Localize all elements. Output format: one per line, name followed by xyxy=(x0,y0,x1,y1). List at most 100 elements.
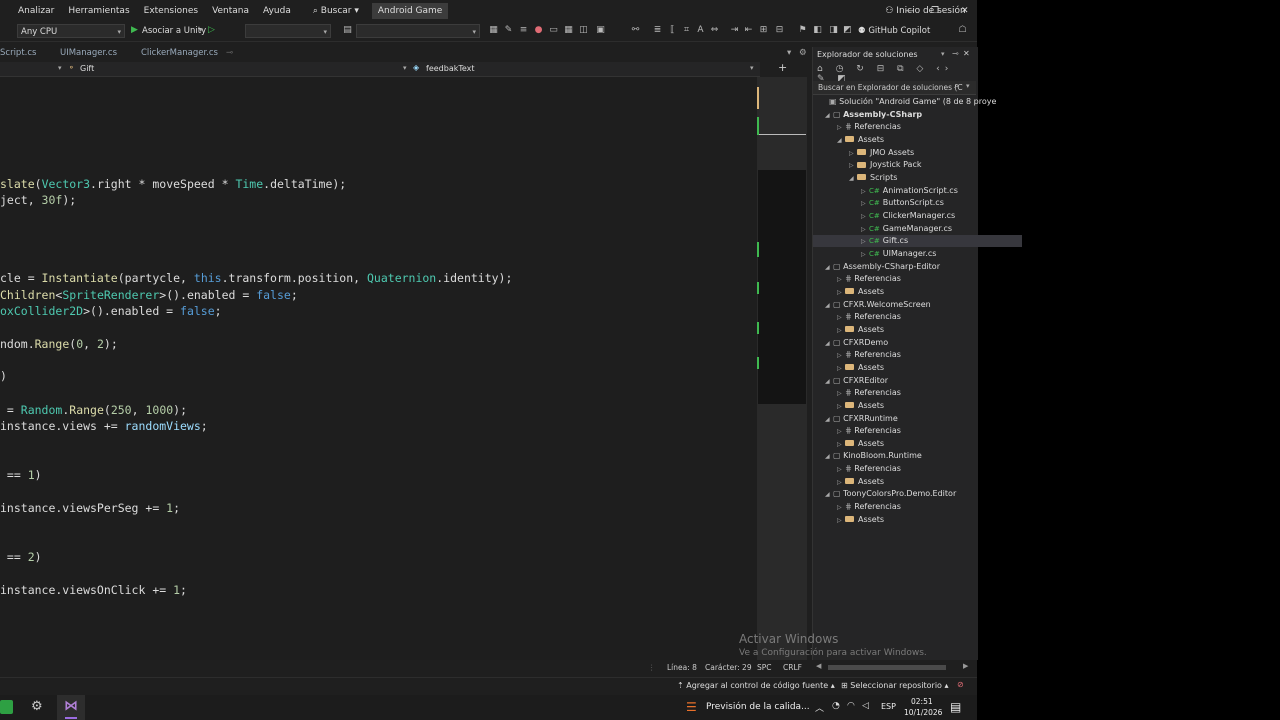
collapsed-chevron-icon[interactable]: ▷ xyxy=(837,350,845,362)
line-ending-indicator[interactable]: CRLF xyxy=(783,663,802,672)
expanded-chevron-icon[interactable]: ◢ xyxy=(825,110,833,122)
expanded-chevron-icon[interactable]: ◢ xyxy=(837,135,845,147)
explorer-toolbar[interactable]: ⌂ ◷ ↻ ⊟ ⧉ ◇ ‹› ✎ ◩ xyxy=(817,64,967,84)
expanded-chevron-icon[interactable]: ◢ xyxy=(825,489,833,501)
chevron-down-icon[interactable]: ▾ xyxy=(941,50,945,58)
tree-item-folder[interactable]: ▷ Assets xyxy=(813,476,884,488)
tree-item-cs[interactable]: ▷ C# ClickerManager.cs xyxy=(813,210,955,222)
prev-bookmark-icon[interactable]: ◧ xyxy=(812,25,823,36)
menu-ayuda[interactable]: Ayuda xyxy=(256,6,298,16)
member-dropdown[interactable]: feedbakText xyxy=(426,64,475,73)
tool-icon[interactable]: ▦ xyxy=(488,25,499,36)
target-select[interactable]: ▾ xyxy=(356,24,480,38)
wifi-icon[interactable]: ◠ xyxy=(847,701,855,711)
tray-chevron-icon[interactable]: ︿ xyxy=(815,701,824,714)
config-select[interactable]: ▾ xyxy=(245,24,331,38)
tree-item-folder[interactable]: ◢ Assets xyxy=(813,134,884,146)
pin-icon[interactable]: ⊸ xyxy=(952,49,959,58)
close-button[interactable]: ✕ xyxy=(954,6,976,16)
feedback-icon[interactable]: ☖ xyxy=(957,25,968,36)
menu-herramientas[interactable]: Herramientas xyxy=(61,6,136,16)
stack-icon[interactable]: ≡ xyxy=(518,25,529,36)
repository-button[interactable]: ⊞ Seleccionar repositorio ▴ xyxy=(841,681,949,690)
tree-item-project[interactable]: ◢ ▢ KinoBloom.Runtime xyxy=(813,450,922,462)
tree-item-project[interactable]: ◢ ▢ CFXREditor xyxy=(813,375,888,387)
copilot-button[interactable]: ⚉ GitHub Copilot xyxy=(858,26,930,36)
toggle-icon[interactable]: ⊞ xyxy=(758,25,769,36)
explorer-search[interactable]: Buscar en Explorador de soluciones (C ⌕ … xyxy=(813,81,976,95)
filter-icon[interactable]: ⚯ xyxy=(630,25,641,36)
bug-icon[interactable]: ● xyxy=(533,25,544,36)
tab-script[interactable]: Script.cs xyxy=(0,48,36,58)
collapsed-chevron-icon[interactable]: ▷ xyxy=(861,236,869,248)
tree-item-folder[interactable]: ▷ Assets xyxy=(813,362,884,374)
indent-icon[interactable]: ⇥ xyxy=(729,25,740,36)
tree-item-solution[interactable]: ▣ Solución "Android Game" (8 de 8 proye xyxy=(813,96,996,108)
tree-item-cs[interactable]: ▷ C# ButtonScript.cs xyxy=(813,197,944,209)
app-icon[interactable] xyxy=(0,700,13,714)
code-editor[interactable]: slate(Vector3.right * moveSpeed * Time.d… xyxy=(0,77,757,660)
tree-item-ref[interactable]: ▷ ⋕ Referencias xyxy=(813,349,901,361)
volume-icon[interactable]: ◁ xyxy=(862,701,869,711)
bookmark-flag-icon[interactable]: ⚑ xyxy=(797,25,808,36)
tree-item-ref[interactable]: ▷ ⋕ Referencias xyxy=(813,273,901,285)
collapsed-chevron-icon[interactable]: ▷ xyxy=(861,211,869,223)
chevron-down-icon[interactable]: ▾ xyxy=(403,64,407,72)
collapsed-chevron-icon[interactable]: ▷ xyxy=(837,363,845,375)
collapsed-chevron-icon[interactable]: ▷ xyxy=(837,464,845,476)
collapsed-chevron-icon[interactable]: ▷ xyxy=(837,122,845,134)
tray-app-icon[interactable]: ◔ xyxy=(832,701,840,711)
expanded-chevron-icon[interactable]: ◢ xyxy=(825,451,833,463)
tree-item-folder[interactable]: ▷ Assets xyxy=(813,438,884,450)
collapsed-chevron-icon[interactable]: ▷ xyxy=(837,388,845,400)
collapsed-chevron-icon[interactable]: ▷ xyxy=(837,312,845,324)
tree-item-project[interactable]: ◢ ▢ CFXRRuntime xyxy=(813,413,898,425)
collapsed-chevron-icon[interactable]: ▷ xyxy=(849,160,857,172)
tree-item-folder[interactable]: ▷ Assets xyxy=(813,286,884,298)
horizontal-scrollbar[interactable] xyxy=(828,665,946,670)
collapsed-chevron-icon[interactable]: ▷ xyxy=(837,274,845,286)
collapsed-chevron-icon[interactable]: ▷ xyxy=(861,249,869,261)
comment-icon[interactable]: ⌗ xyxy=(681,25,692,36)
scroll-minimap[interactable] xyxy=(757,77,807,660)
tree-item-folder[interactable]: ▷ Joystick Pack xyxy=(813,159,922,171)
collapsed-chevron-icon[interactable]: ▷ xyxy=(837,401,845,413)
collapsed-chevron-icon[interactable]: ▷ xyxy=(837,439,845,451)
tree-item-project[interactable]: ◢ ▢ Assembly-CSharp-Editor xyxy=(813,261,940,273)
expanded-chevron-icon[interactable]: ◢ xyxy=(825,338,833,350)
whitespace-indicator[interactable]: SPC xyxy=(757,663,772,672)
tree-item-project[interactable]: ◢ ▢ Assembly-CSharp xyxy=(813,109,922,121)
menu-extensiones[interactable]: Extensiones xyxy=(137,6,205,16)
collapse-icon[interactable]: ⊟ xyxy=(774,25,785,36)
platform-select[interactable]: Any CPU ▾ xyxy=(17,24,125,38)
expanded-chevron-icon[interactable]: ◢ xyxy=(849,173,857,185)
tab-uimanager[interactable]: UIManager.cs xyxy=(60,48,117,58)
close-icon[interactable]: ✕ xyxy=(963,49,970,58)
menu-ventana[interactable]: Ventana xyxy=(205,6,256,16)
pin-icon[interactable]: ⊸ xyxy=(226,48,233,58)
tree-item-project[interactable]: ◢ ▢ CFXR.WelcomeScreen xyxy=(813,299,931,311)
collapsed-chevron-icon[interactable]: ▷ xyxy=(837,287,845,299)
tree-item-folder[interactable]: ▷ Assets xyxy=(813,514,884,526)
collapsed-chevron-icon[interactable]: ▷ xyxy=(849,148,857,160)
uncomment-icon[interactable]: A xyxy=(695,25,706,36)
chevron-down-icon[interactable]: ▾ xyxy=(58,64,62,72)
weather-widget[interactable]: Previsión de la calida... xyxy=(706,702,810,712)
file-icon[interactable]: ▤ xyxy=(342,25,353,36)
collapsed-chevron-icon[interactable]: ▷ xyxy=(861,198,869,210)
run-without-debug-icon[interactable]: ▷ xyxy=(208,25,215,35)
expanded-chevron-icon[interactable]: ◢ xyxy=(825,300,833,312)
collapsed-chevron-icon[interactable]: ▷ xyxy=(861,224,869,236)
tree-item-folder[interactable]: ▷ Assets xyxy=(813,400,884,412)
collapsed-chevron-icon[interactable]: ▷ xyxy=(837,477,845,489)
maximize-button[interactable]: ❐ xyxy=(924,6,946,16)
play-icon[interactable]: ▶ xyxy=(131,25,138,35)
tree-item-cs[interactable]: ▷ C# UIManager.cs xyxy=(813,248,936,260)
format-icon[interactable]: ⟦ xyxy=(667,25,678,36)
clear-bookmark-icon[interactable]: ◩ xyxy=(842,25,853,36)
tree-item-cs[interactable]: ▷ C# GameManager.cs xyxy=(813,223,952,235)
scroll-right-icon[interactable]: ▶ xyxy=(963,662,968,670)
layout-icon[interactable]: ◫ xyxy=(578,25,589,36)
settings-gear-icon[interactable]: ⚙ xyxy=(31,699,43,714)
tree-item-folder[interactable]: ▷ Assets xyxy=(813,324,884,336)
